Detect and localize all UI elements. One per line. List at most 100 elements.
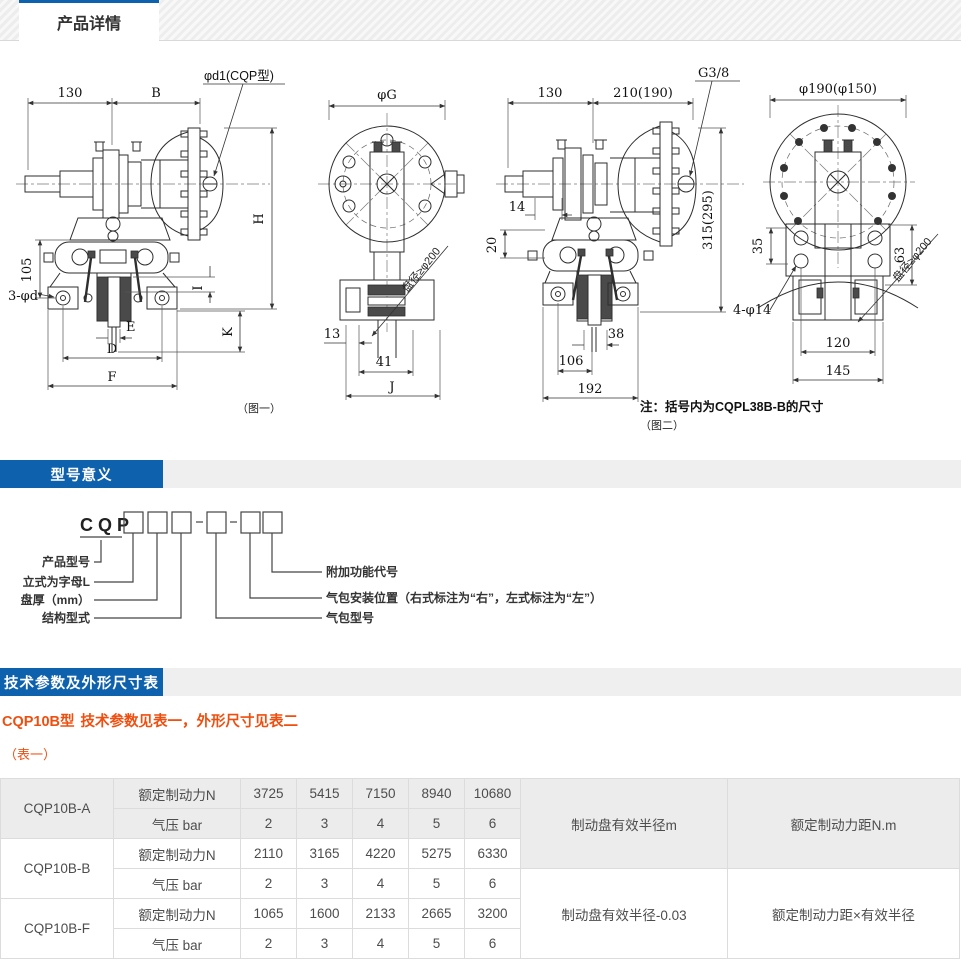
value-cell: 3200 bbox=[465, 899, 521, 929]
model-prefix: CQP bbox=[80, 515, 134, 535]
value-cell: 6 bbox=[465, 929, 521, 959]
section-bar-tech-params: 技术参数及外形尺寸表 bbox=[0, 668, 961, 696]
fig1-label-3phid: 3-φd bbox=[8, 289, 38, 304]
value-cell: 2133 bbox=[353, 899, 409, 929]
table-row: 气压 bar 2 3 4 5 6 制动盘有效半径-0.03 额定制动力距×有效半… bbox=[1, 869, 960, 899]
fig2-disc-note: 盘径≥φ200 bbox=[399, 244, 444, 294]
fig1-dim-d: D bbox=[107, 342, 117, 357]
tech-intro-line: CQP10B型技术参数见表一，外形尺寸见表二 bbox=[2, 710, 961, 731]
value-cell: 5415 bbox=[297, 779, 353, 809]
value-cell: 2 bbox=[241, 809, 297, 839]
value-cell: 2 bbox=[241, 869, 297, 899]
fig2-dim-j: J bbox=[387, 380, 394, 395]
fig1-label-phid1: φd1(CQP型) bbox=[204, 69, 274, 83]
value-cell: 3 bbox=[297, 869, 353, 899]
table-one-tag: （表一） bbox=[0, 744, 961, 763]
value-cell: 2665 bbox=[409, 899, 465, 929]
section-title-model-meaning: 型号意义 bbox=[0, 460, 163, 488]
fig3-dim-192: 192 bbox=[578, 382, 603, 397]
model-label-vertical-letter: 立式为字母L bbox=[23, 574, 90, 589]
fig4-dim-35: 35 bbox=[751, 238, 766, 255]
fig2-dim-13: 13 bbox=[324, 327, 341, 342]
value-cell: 5275 bbox=[409, 839, 465, 869]
value-cell: 4 bbox=[353, 869, 409, 899]
table-row: CQP10B-A 额定制动力N 3725 5415 7150 8940 1068… bbox=[1, 779, 960, 809]
value-cell: 2 bbox=[241, 929, 297, 959]
figure-4-front-view: φ190(φ150) 35 63 4-φ14 120 145 盘径≥φ200 bbox=[733, 82, 938, 384]
model-label-extra-function: 附加功能代号 bbox=[326, 564, 398, 579]
model-label-airbag-position: 气包安装位置（右式标注为“右”，左式标注为“左”） bbox=[325, 590, 602, 605]
tech-params-table: CQP10B-A 额定制动力N 3725 5415 7150 8940 1068… bbox=[0, 778, 960, 959]
fig1-dim-k: K bbox=[221, 327, 236, 337]
page-header-strip: 产品详情 bbox=[0, 0, 961, 41]
fig4-dim-145: 145 bbox=[826, 364, 851, 379]
merged-effective-radius: 制动盘有效半径m bbox=[521, 779, 728, 869]
fig3-dim-210: 210(190) bbox=[613, 86, 673, 101]
fig3-dim-14: 14 bbox=[509, 200, 526, 215]
value-cell: 1600 bbox=[297, 899, 353, 929]
value-cell: 4220 bbox=[353, 839, 409, 869]
merged-torque-formula: 额定制动力距×有效半径 bbox=[728, 869, 960, 959]
fig2-dim-41: 41 bbox=[376, 355, 393, 370]
value-cell: 7150 bbox=[353, 779, 409, 809]
value-cell: 6 bbox=[465, 809, 521, 839]
section-title-tech-params: 技术参数及外形尺寸表 bbox=[0, 668, 163, 696]
value-cell: 3725 bbox=[241, 779, 297, 809]
fig1-dim-105: 105 bbox=[20, 258, 35, 283]
fig3-label-g38: G3/8 bbox=[698, 66, 729, 81]
fig3-note: 注：括号内为CQPL38B-B的尺寸 bbox=[640, 399, 824, 414]
tech-intro-model: CQP10B型 bbox=[2, 714, 75, 730]
row-label-pressure: 气压 bar bbox=[114, 869, 241, 899]
row-label-force: 额定制动力N bbox=[114, 899, 241, 929]
value-cell: 4 bbox=[353, 929, 409, 959]
fig1-dim-b: B bbox=[151, 86, 161, 101]
fig2-dim-phig: φG bbox=[377, 88, 397, 103]
model-label-structure-type: 结构型式 bbox=[42, 610, 90, 625]
fig1-dim-e: E bbox=[126, 320, 136, 335]
model-label-product-type: 产品型号 bbox=[42, 554, 90, 569]
row-label-pressure: 气压 bar bbox=[114, 929, 241, 959]
model-cell-f: CQP10B-F bbox=[1, 899, 114, 959]
fig3-dim-315: 315(295) bbox=[701, 190, 716, 250]
tab-product-details[interactable]: 产品详情 bbox=[19, 0, 159, 41]
value-cell: 6 bbox=[465, 869, 521, 899]
value-cell: 3 bbox=[297, 929, 353, 959]
fig3-dim-106: 106 bbox=[559, 354, 584, 369]
model-code-boxes bbox=[124, 512, 282, 533]
value-cell: 3 bbox=[297, 809, 353, 839]
value-cell: 4 bbox=[353, 809, 409, 839]
figure-1-side-view: 130 B φd1(CQP型) H 105 3-φd I K E D F （图一… bbox=[8, 69, 285, 415]
fig1-dim-h: H bbox=[252, 213, 267, 224]
model-label-disc-thickness: 盘厚（mm） bbox=[21, 592, 90, 607]
row-label-force: 额定制动力N bbox=[114, 839, 241, 869]
fig3-dim-130: 130 bbox=[538, 86, 563, 101]
fig3-dim-38: 38 bbox=[608, 327, 625, 342]
merged-radius-formula: 制动盘有效半径-0.03 bbox=[521, 869, 728, 959]
figure-3-side-view: 130 210(190) G3/8 315(295) 14 20 38 106 … bbox=[485, 66, 824, 432]
value-cell: 8940 bbox=[409, 779, 465, 809]
value-cell: 1065 bbox=[241, 899, 297, 929]
section-bar-model-meaning: 型号意义 bbox=[0, 460, 961, 488]
value-cell: 2110 bbox=[241, 839, 297, 869]
tech-intro-rest: 技术参数见表一，外形尺寸见表二 bbox=[81, 714, 299, 730]
technical-drawings: 130 B φd1(CQP型) H 105 3-φd I K E D F （图一… bbox=[0, 41, 961, 460]
figure-2-front-view: φG 13 41 J 盘径≥φ200 bbox=[318, 88, 464, 400]
fig4-label-4phi14: 4-φ14 bbox=[733, 303, 771, 318]
fig4-dim-phi190: φ190(φ150) bbox=[799, 82, 877, 97]
model-cell-a: CQP10B-A bbox=[1, 779, 114, 839]
tab-product-details-label: 产品详情 bbox=[57, 10, 121, 34]
value-cell: 5 bbox=[409, 869, 465, 899]
model-code-diagram: CQP 产品型号 立式为字母L 盘厚（mm） 结构型式 附加功能代号 气包安装位… bbox=[0, 488, 961, 658]
fig3-caption: （图二） bbox=[640, 419, 684, 432]
row-label-force: 额定制动力N bbox=[114, 779, 241, 809]
value-cell: 10680 bbox=[465, 779, 521, 809]
value-cell: 3165 bbox=[297, 839, 353, 869]
row-label-pressure: 气压 bar bbox=[114, 809, 241, 839]
fig1-dim-f: F bbox=[107, 370, 116, 385]
value-cell: 6330 bbox=[465, 839, 521, 869]
fig3-dim-20: 20 bbox=[485, 237, 500, 254]
merged-rated-torque: 额定制动力距N.m bbox=[728, 779, 960, 869]
model-label-airbag-model: 气包型号 bbox=[325, 610, 374, 625]
fig1-dim-130: 130 bbox=[58, 86, 83, 101]
model-cell-b: CQP10B-B bbox=[1, 839, 114, 899]
